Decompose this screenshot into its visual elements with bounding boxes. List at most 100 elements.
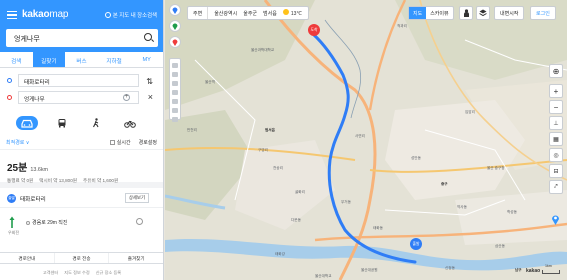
zoom-out-button[interactable]: − xyxy=(549,100,563,114)
mymap-button[interactable]: 내변시작 xyxy=(494,6,525,20)
marker-tool-icon[interactable] xyxy=(551,214,560,227)
layers-icon xyxy=(479,9,487,17)
map-label: 삼산동 xyxy=(495,244,505,248)
walk-icon xyxy=(93,118,99,128)
map-type-skyview[interactable]: 스카이뷰 xyxy=(426,7,452,19)
realtime-label: 실시간 xyxy=(116,140,131,146)
map-label: 태화동 xyxy=(373,226,383,230)
search-input[interactable]: 엉게나무 xyxy=(6,29,158,47)
checkbox-icon xyxy=(109,140,115,145)
turn-label: 우회전 xyxy=(8,230,20,235)
area-tool-icon[interactable]: ▦ xyxy=(549,132,563,146)
route-settings-link[interactable]: 경로설정 xyxy=(139,139,157,146)
toggle-label: 본 지도 내 장소검색 xyxy=(112,13,157,19)
transport-modes xyxy=(0,108,163,136)
weather-temp: 13℃ xyxy=(290,11,303,17)
close-icon[interactable]: × xyxy=(148,92,153,102)
map-label: 울산대학교 xyxy=(315,274,332,278)
origin-dot-icon xyxy=(7,78,12,83)
route-summary[interactable]: 25분 13.6km 통행료 약 0원 택시비 약 13,800원 주유비 약 1,6… xyxy=(0,150,163,188)
address-city[interactable]: 울산광역시 xyxy=(214,10,237,17)
tab-directions[interactable]: 길찾기 xyxy=(32,52,66,67)
search-icon[interactable] xyxy=(144,33,152,41)
detail-button[interactable]: 상세보기 xyxy=(124,193,149,203)
login-button[interactable]: 로그인 xyxy=(530,6,556,20)
step-text-value: 경음로 29m 직진 xyxy=(32,220,68,226)
destination-marker-icon[interactable]: 도착 xyxy=(308,24,320,36)
bottom-actions: 경로안내 경로 전송 즐겨찾기 xyxy=(0,252,163,264)
origin-marker-icon[interactable]: 출발 xyxy=(410,238,422,250)
route-fees: 통행료 약 0원 택시비 약 13,800원 주유비 약 1,600원 xyxy=(7,178,156,184)
tab-subway[interactable]: 지하철 xyxy=(98,52,131,67)
realtime-traffic-checkbox[interactable]: 실시간 xyxy=(109,139,131,146)
origin-field[interactable]: 태화로타리 xyxy=(18,74,139,87)
search-value: 엉게나무 xyxy=(14,36,40,43)
menu-icon[interactable] xyxy=(7,11,17,20)
toll-fee: 통행료 약 0원 xyxy=(7,178,34,183)
map-label: 반천리 xyxy=(187,128,197,132)
favorite-button[interactable]: 즐겨찾기 xyxy=(109,253,163,263)
map-tool-strip[interactable] xyxy=(169,58,181,122)
person-icon xyxy=(463,9,469,17)
save-tool-icon[interactable]: ⊟ xyxy=(549,164,563,178)
map-label: 구영리 xyxy=(258,148,268,152)
route-guide-button[interactable]: 경로안내 xyxy=(0,253,55,263)
tab-search[interactable]: 검색 xyxy=(0,52,33,67)
map-pin-blue-icon[interactable] xyxy=(169,4,181,16)
swap-icon[interactable]: ⇅ xyxy=(146,77,153,86)
top-bar: kakaomap 본 지도 내 장소검색 엉게나무 xyxy=(0,0,163,52)
destination-dot-icon xyxy=(7,95,12,100)
map-label: 남구 xyxy=(515,268,522,272)
map-label: 신정동 xyxy=(445,266,455,270)
tab-bus[interactable]: 버스 xyxy=(65,52,98,67)
locate-step-icon[interactable] xyxy=(136,218,143,225)
address-bar: 주변 울산광역시 울주군 범서읍 13℃ xyxy=(187,6,310,20)
left-map-tools xyxy=(169,4,181,48)
mode-walk[interactable] xyxy=(86,116,106,130)
right-map-controls: ⊕ + − ⊥ ▦ ◎ ⊟ ⤤ xyxy=(549,64,563,196)
layers-button[interactable] xyxy=(476,6,490,20)
map-label: 울산 중구청 xyxy=(487,166,505,170)
address-district[interactable]: 울주군 xyxy=(243,10,257,17)
mode-bike[interactable] xyxy=(120,116,140,130)
map-pin-green-icon[interactable] xyxy=(169,20,181,32)
share-tool-icon[interactable]: ⤤ xyxy=(549,180,563,194)
address-town[interactable]: 범서읍 xyxy=(263,10,277,17)
tab-my[interactable]: MY xyxy=(130,52,163,67)
route-distance: 13.6km xyxy=(30,167,49,173)
map-background xyxy=(165,0,567,280)
radio-icon xyxy=(104,12,111,18)
bus-icon xyxy=(58,119,66,128)
mode-car[interactable] xyxy=(16,116,38,130)
distance-tool-icon[interactable]: ⊥ xyxy=(549,116,563,130)
map-label: 천상리 xyxy=(273,166,283,170)
route-send-button[interactable]: 경로 전송 xyxy=(55,253,110,263)
add-waypoint-icon[interactable]: + xyxy=(123,94,130,101)
nearby-button[interactable]: 주변 xyxy=(188,7,209,19)
mode-transit[interactable] xyxy=(52,116,72,130)
map-label: 범서읍 xyxy=(265,128,275,132)
zoom-in-button[interactable]: + xyxy=(549,84,563,98)
map-type-map[interactable]: 지도 xyxy=(409,7,427,19)
map-area-search-toggle[interactable]: 본 지도 내 장소검색 xyxy=(104,11,157,19)
map-label: 중구 xyxy=(441,182,448,186)
kakaomap-logo[interactable]: kakaomap xyxy=(22,9,68,20)
start-badge: 출발 xyxy=(7,194,16,203)
weather-info: 13℃ xyxy=(282,9,303,17)
route-time: 25분 xyxy=(7,163,28,174)
destination-field[interactable]: 엉게나무 xyxy=(18,91,139,104)
footer-edit-link[interactable]: 지도 정보 수정 xyxy=(64,270,89,278)
footer-help-link[interactable]: 고객센터 xyxy=(43,270,58,278)
radius-tool-icon[interactable]: ◎ xyxy=(549,148,563,162)
logo-sub: map xyxy=(49,9,69,20)
roadview-button[interactable] xyxy=(459,6,473,20)
map-pin-red-icon[interactable] xyxy=(169,36,181,48)
map-type-switch: 지도 스카이뷰 xyxy=(408,6,454,20)
sort-dropdown[interactable]: 최적경로 ∨ xyxy=(6,139,110,146)
step-item[interactable]: 우회전 경음로 29m 직진 xyxy=(0,208,163,238)
footer-register-link[interactable]: 신규 장소 등록 xyxy=(96,270,121,278)
current-location-icon[interactable]: ⊕ xyxy=(549,64,563,78)
kakao-watermark: kakao xyxy=(526,268,541,274)
map-canvas[interactable]: 도착 출발 울산과학대학교 범서읍 구영리 천상리 굴화리 무거동 다운동 태화… xyxy=(165,0,567,280)
map-label: 무거동 xyxy=(341,200,351,204)
